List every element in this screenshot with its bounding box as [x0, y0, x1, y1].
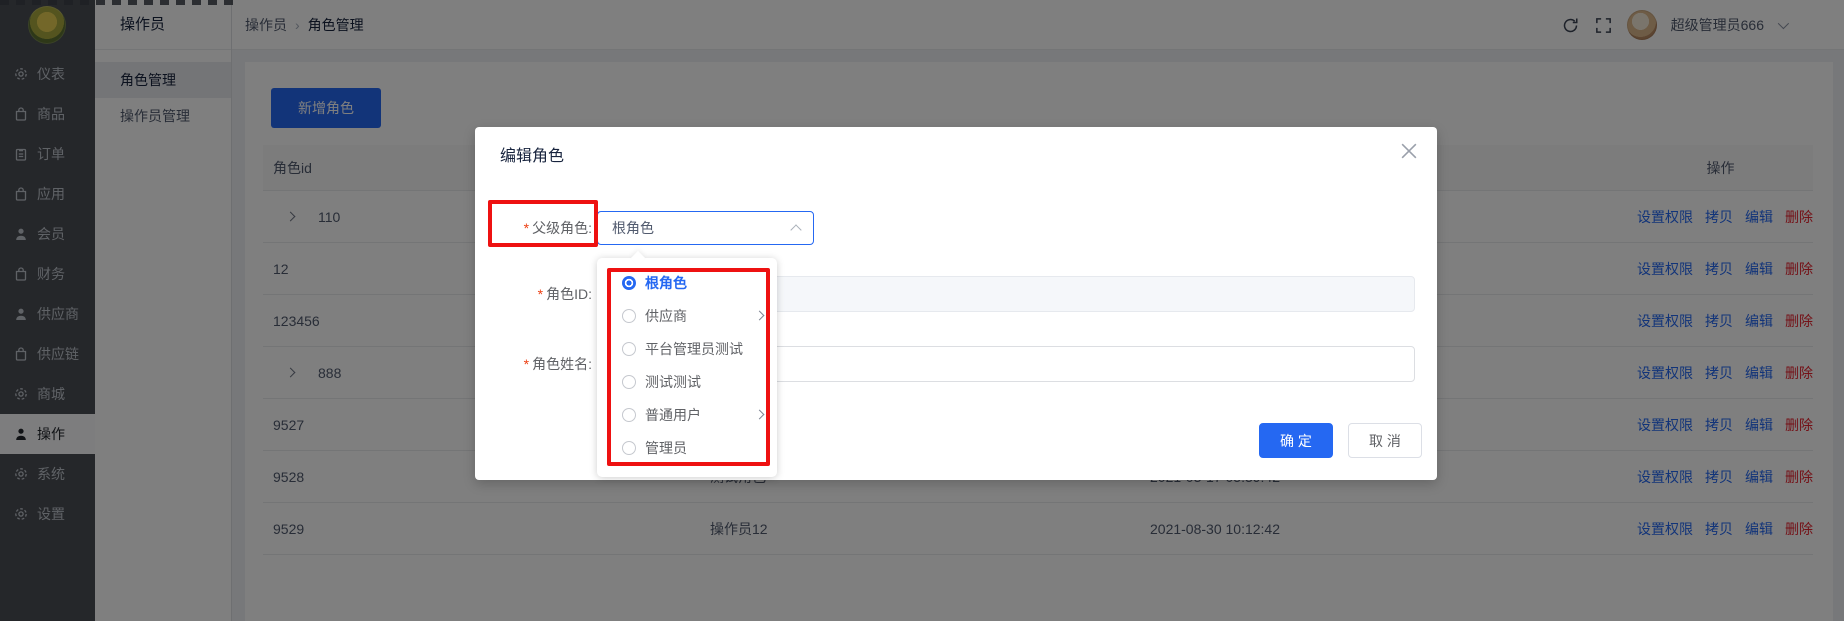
chevron-right-icon [755, 410, 765, 420]
modal-title: 编辑角色 [500, 142, 564, 166]
dropdown-option-root-role[interactable]: 根角色 [597, 266, 777, 299]
parent-role-select-value: 根角色 [612, 212, 654, 244]
field-label-role-name: *角色姓名: [475, 346, 592, 382]
parent-role-dropdown: 根角色 供应商 平台管理员测试 测试测试 普通用户 管理员 [597, 258, 777, 477]
required-asterisk: * [538, 286, 543, 302]
chevron-right-icon [755, 311, 765, 321]
close-icon[interactable] [1401, 143, 1417, 159]
cancel-button[interactable]: 取 消 [1348, 423, 1422, 458]
field-label-role-id: *角色ID: [475, 276, 592, 312]
dropdown-option-platform-admin-test[interactable]: 平台管理员测试 [597, 332, 777, 365]
dropdown-option-supplier[interactable]: 供应商 [597, 299, 777, 332]
radio-selected-icon [622, 276, 636, 290]
field-label-parent-role: *父级角色: [475, 210, 592, 246]
chevron-up-icon [790, 224, 801, 235]
confirm-button[interactable]: 确 定 [1259, 423, 1333, 458]
required-asterisk: * [524, 356, 529, 372]
dropdown-option-test-test[interactable]: 测试测试 [597, 365, 777, 398]
dropdown-option-normal-user[interactable]: 普通用户 [597, 398, 777, 431]
radio-icon [622, 441, 636, 455]
required-asterisk: * [524, 220, 529, 236]
radio-icon [622, 375, 636, 389]
parent-role-select[interactable]: 根角色 [597, 211, 814, 245]
radio-icon [622, 408, 636, 422]
dropdown-option-admin[interactable]: 管理员 [597, 431, 777, 464]
app-root: 仪表 商品 订单 应用 会员 财务 供应商 供应链 商城 操作 [0, 0, 1844, 621]
radio-icon [622, 342, 636, 356]
radio-icon [622, 309, 636, 323]
